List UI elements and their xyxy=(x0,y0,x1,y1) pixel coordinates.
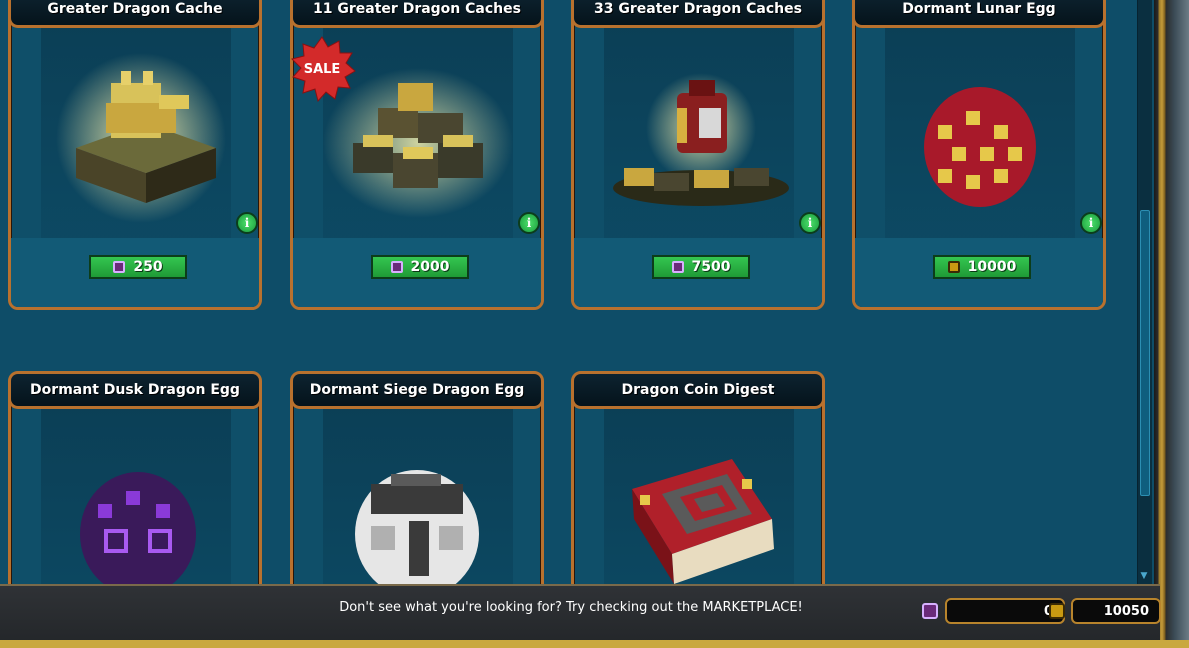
price-button[interactable]: 7500 xyxy=(652,255,750,279)
scroll-down-icon[interactable]: ▼ xyxy=(1138,570,1150,582)
info-button[interactable]: i xyxy=(236,212,258,234)
price-value: 7500 xyxy=(691,259,731,275)
info-button[interactable]: i xyxy=(518,212,540,234)
gem-icon xyxy=(922,603,938,619)
coins-balance: 10050 xyxy=(1071,598,1161,624)
item-title: Greater Dragon Cache xyxy=(11,0,259,28)
window-frame xyxy=(1154,0,1189,648)
gems-balance: 0 xyxy=(945,598,1065,624)
info-button[interactable]: i xyxy=(1080,212,1102,234)
dusk-dragon-egg-image xyxy=(80,472,196,589)
scrollbar-thumb[interactable] xyxy=(1140,210,1150,496)
item-title: Dragon Coin Digest xyxy=(574,374,822,409)
sale-badge-icon xyxy=(291,36,356,103)
price-button[interactable]: 2000 xyxy=(371,255,469,279)
price-button[interactable]: 10000 xyxy=(933,255,1031,279)
gem-icon xyxy=(113,261,126,273)
store-item-card[interactable]: Dormant Lunar Egg i 10000 xyxy=(852,0,1106,310)
price-value: 2000 xyxy=(410,259,450,275)
bottom-border xyxy=(0,640,1189,648)
store-item-card[interactable]: Greater Dragon Cache i 250 xyxy=(8,0,262,310)
item-title: 33 Greater Dragon Caches xyxy=(574,0,822,28)
dragon-coin-digest-image xyxy=(632,459,774,584)
price-value: 250 xyxy=(133,259,163,275)
item-title: 11 Greater Dragon Caches xyxy=(293,0,541,28)
price-value: 10000 xyxy=(967,259,1017,275)
gem-icon xyxy=(671,261,684,273)
item-title: Dormant Dusk Dragon Egg xyxy=(11,374,259,409)
item-title: Dormant Siege Dragon Egg xyxy=(293,374,541,409)
store-item-card[interactable]: 33 Greater Dragon Caches i 7500 xyxy=(571,0,825,310)
info-button[interactable]: i xyxy=(799,212,821,234)
coin-icon xyxy=(1049,603,1065,619)
greater-dragon-cache-image xyxy=(56,53,226,223)
item-title: Dormant Lunar Egg xyxy=(855,0,1103,28)
gem-icon xyxy=(390,261,403,273)
siege-dragon-egg-image xyxy=(355,470,479,591)
store-window: Greater Dragon Cache i 250 11 Greater Dr… xyxy=(0,0,1189,648)
price-button[interactable]: 250 xyxy=(89,255,187,279)
coin-icon xyxy=(947,261,960,273)
dragon-caches-bag-image xyxy=(613,73,789,206)
lunar-egg-image xyxy=(924,87,1036,207)
